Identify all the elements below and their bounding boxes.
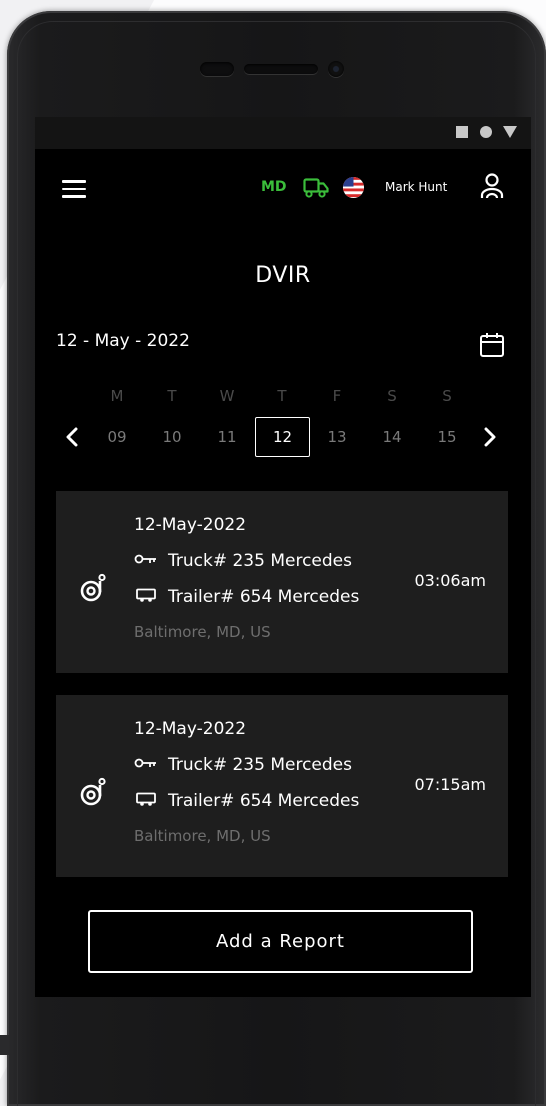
weekday-label: W xyxy=(219,387,235,405)
truck-label: Truck# 235 Mercedes xyxy=(168,551,352,571)
trailer-label: Trailer# 654 Mercedes xyxy=(168,791,360,811)
day-number[interactable]: 15 xyxy=(427,417,467,457)
truck-key-icon xyxy=(134,554,156,564)
calendar-icon[interactable] xyxy=(479,331,505,359)
weekday-row: M T W T F S S xyxy=(35,387,531,407)
weekday-label: T xyxy=(277,387,287,405)
weekday-label: S xyxy=(387,387,397,405)
truck-icon xyxy=(303,178,329,198)
state-code: MD xyxy=(261,179,287,195)
day-number[interactable]: 11 xyxy=(207,417,247,457)
trailer-line: Trailer# 654 Mercedes xyxy=(134,791,359,811)
side-button xyxy=(0,1035,9,1055)
signal-triangle-icon xyxy=(503,126,517,138)
truck-line: Truck# 235 Mercedes xyxy=(134,551,352,571)
circle-icon xyxy=(480,126,492,138)
report-time: 03:06am xyxy=(414,571,487,590)
truck-label: Truck# 235 Mercedes xyxy=(168,755,352,775)
weekday-label: T xyxy=(167,387,177,405)
current-date: 12 - May - 2022 xyxy=(56,331,190,351)
square-icon xyxy=(456,126,468,138)
day-number[interactable]: 09 xyxy=(97,417,137,457)
proximity-sensor xyxy=(200,62,234,76)
trailer-line: Trailer# 654 Mercedes xyxy=(134,587,359,607)
trailer-icon xyxy=(136,792,156,806)
user-name[interactable]: Mark Hunt xyxy=(385,180,447,194)
truck-line: Truck# 235 Mercedes xyxy=(134,755,352,775)
page-title: DVIR xyxy=(255,263,311,288)
day-number-row: 09 10 11 12 13 14 15 xyxy=(35,417,531,457)
user-icon[interactable] xyxy=(479,172,505,202)
app-screen: MD Mark Hunt DVIR 12 - May - 2022 M T W … xyxy=(35,117,531,997)
report-card[interactable]: 12-May-2022 Truck# 235 Mercedes Trailer#… xyxy=(56,695,508,877)
report-time: 07:15am xyxy=(414,775,487,794)
us-flag-icon xyxy=(342,176,365,199)
day-number[interactable]: 10 xyxy=(152,417,192,457)
chevron-right-icon[interactable] xyxy=(483,427,497,447)
trailer-label: Trailer# 654 Mercedes xyxy=(168,587,360,607)
front-camera xyxy=(328,61,344,77)
tire-gauge-icon xyxy=(80,573,106,602)
add-report-button[interactable]: Add a Report xyxy=(88,910,473,973)
report-location: Baltimore, MD, US xyxy=(134,623,271,641)
hamburger-menu-icon[interactable] xyxy=(62,180,86,198)
earpiece-speaker xyxy=(244,64,318,74)
report-location: Baltimore, MD, US xyxy=(134,827,271,845)
weekday-label: F xyxy=(332,387,342,405)
report-date: 12-May-2022 xyxy=(134,719,247,739)
report-card[interactable]: 12-May-2022 Truck# 235 Mercedes Trailer#… xyxy=(56,491,508,673)
day-number[interactable]: 13 xyxy=(317,417,357,457)
tire-gauge-icon xyxy=(80,777,106,806)
day-number-selected[interactable]: 12 xyxy=(255,417,310,457)
weekday-label: M xyxy=(110,387,124,405)
day-number[interactable]: 14 xyxy=(372,417,412,457)
trailer-icon xyxy=(136,588,156,602)
android-status-bar xyxy=(35,117,531,149)
report-date: 12-May-2022 xyxy=(134,515,247,535)
truck-key-icon xyxy=(134,758,156,768)
weekday-label: S xyxy=(442,387,452,405)
